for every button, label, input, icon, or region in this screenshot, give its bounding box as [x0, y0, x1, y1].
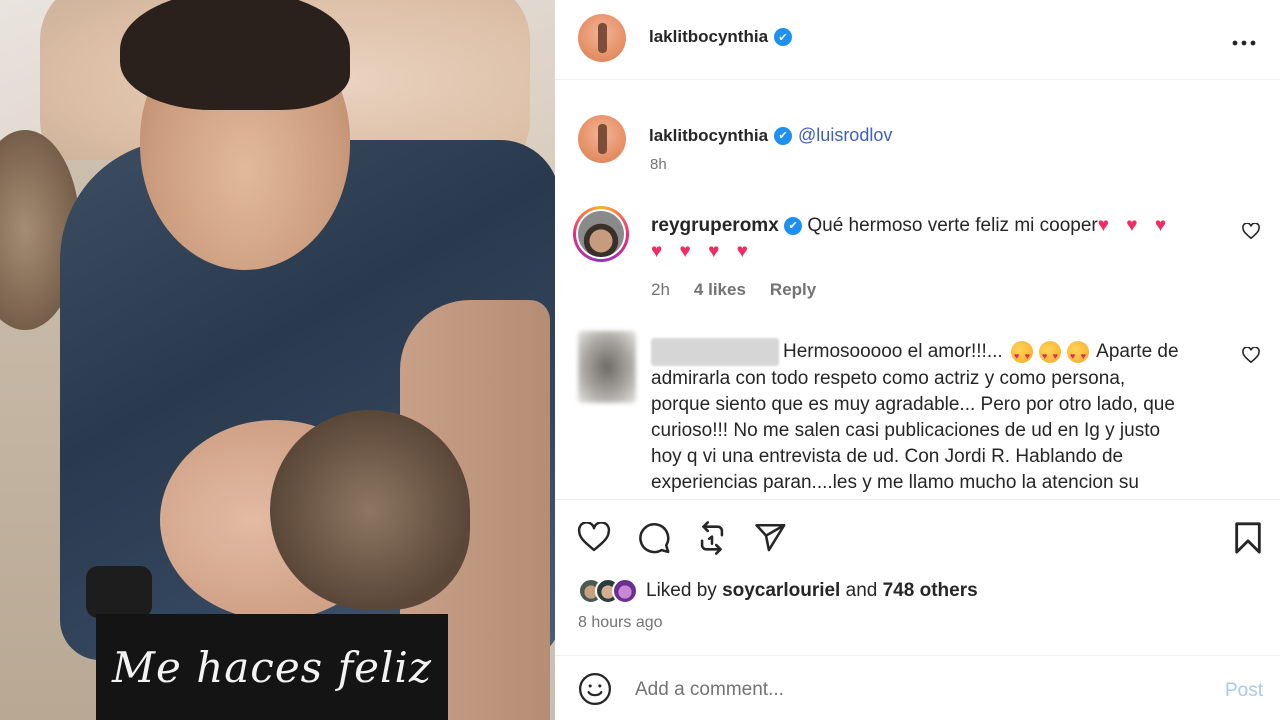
heart-eyes-emoji-icon — [1066, 341, 1089, 369]
comments-list[interactable]: laklitbocynthia ✔ @luisrodlov 8h reygrup… — [555, 81, 1280, 499]
author-username[interactable]: laklitbocynthia — [649, 27, 768, 47]
comment-text-line: admirarla con todo respeto como actriz y… — [651, 368, 1126, 389]
heart-icon[interactable] — [577, 522, 611, 552]
commenter-avatar[interactable] — [573, 206, 629, 262]
emoji-icon[interactable] — [578, 672, 612, 706]
add-comment-bar: Post — [555, 655, 1280, 720]
liked-by-and: and — [845, 580, 878, 601]
caption-line: laklitbocynthia ✔ @luisrodlov — [649, 125, 892, 146]
photo-overlay-text: Me haces feliz — [112, 642, 432, 692]
bookmark-icon[interactable] — [1233, 521, 1263, 555]
comment-text-line: Hermosooooo el amor!!!... — [783, 341, 1003, 363]
author-name-wrap: laklitbocynthia ✔ — [649, 27, 793, 47]
liked-by-prefix: Liked by — [646, 580, 717, 601]
reply-button[interactable]: Reply — [770, 280, 816, 299]
comment-body: Hermosooooo el amor!!!... Aparte de admi… — [651, 338, 1251, 496]
photo-woman-hair — [270, 410, 470, 610]
post-photo[interactable]: Me haces feliz — [0, 0, 555, 720]
verified-badge-icon: ✔ — [774, 126, 793, 145]
post-comment-button[interactable]: Post — [1225, 680, 1263, 702]
heart-eyes-emoji-icon — [1038, 341, 1061, 369]
post-timestamp[interactable]: 8 hours ago — [578, 614, 663, 632]
commenter-username[interactable]: reygruperomx — [651, 215, 779, 236]
comment-likes-count[interactable]: 4 likes — [694, 280, 746, 299]
photo-watch — [86, 566, 152, 618]
comment-text-line: porque siento que es muy agradable... Pe… — [651, 394, 1175, 415]
photo-text-overlay: Me haces feliz — [96, 614, 448, 720]
caption-mention-link[interactable]: @luisrodlov — [798, 125, 892, 146]
comment-meta: 2h 4 likes Reply — [651, 280, 816, 300]
verified-badge-icon: ✔ — [784, 216, 803, 235]
commenter-username-blurred[interactable] — [651, 338, 779, 366]
more-options-icon[interactable] — [1232, 26, 1256, 52]
send-icon[interactable] — [753, 521, 787, 555]
commenter-avatar-blurred[interactable] — [578, 331, 636, 403]
caption-time: 8h — [650, 156, 667, 173]
post-actions: Liked by soycarlouriel and 748 others 8 … — [555, 499, 1280, 720]
photo-man-hair — [120, 0, 350, 110]
like-comment-icon[interactable] — [1242, 222, 1260, 244]
like-comment-icon[interactable] — [1242, 346, 1260, 368]
comment-text-line: curioso!!! No me salen casi publicacione… — [651, 420, 1161, 441]
comment-icon[interactable] — [637, 521, 671, 555]
likes-count[interactable]: 748 others — [883, 580, 978, 602]
heart-emoji-icon: ♥ ♥ ♥ — [1097, 215, 1173, 236]
liked-by-user[interactable]: soycarlouriel — [722, 580, 840, 602]
comment-text-line: hoy q vi una entrevista de ud. Con Jordi… — [651, 446, 1124, 467]
liker-avatars — [578, 578, 638, 604]
liked-by-row[interactable]: Liked by soycarlouriel and 748 others — [578, 578, 978, 604]
comment-body: reygruperomx ✔ Qué hermoso verte feliz m… — [651, 213, 1172, 265]
heart-eyes-emoji-icon — [1010, 341, 1033, 369]
comment-text: Qué hermoso verte feliz mi cooper — [807, 215, 1098, 236]
post-side-panel: laklitbocynthia ✔ laklitbocynthia ✔ @lui… — [555, 0, 1280, 720]
comment-time: 2h — [651, 280, 670, 299]
heart-emoji-icon: ♥ ♥ ♥ ♥ — [651, 241, 754, 262]
caption-author-username[interactable]: laklitbocynthia — [649, 126, 768, 146]
verified-badge-icon: ✔ — [774, 28, 793, 46]
comment-text-line: Aparte de — [1096, 341, 1179, 363]
caption-author-avatar[interactable] — [578, 115, 626, 163]
author-avatar[interactable] — [578, 14, 626, 62]
post-header: laklitbocynthia ✔ — [555, 0, 1280, 80]
add-comment-input[interactable] — [635, 676, 1195, 704]
comment-text-line: experiencias paran....les y me llamo muc… — [651, 472, 1139, 493]
repost-icon[interactable] — [695, 521, 729, 555]
